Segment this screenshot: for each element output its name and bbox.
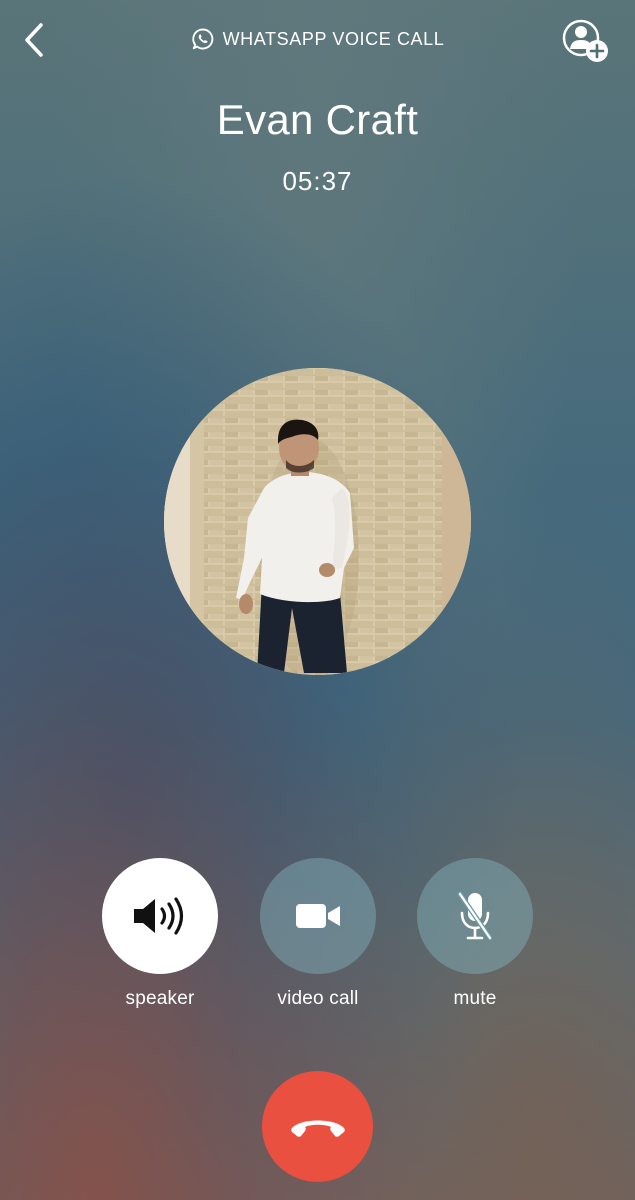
end-call-button[interactable] xyxy=(262,1071,373,1182)
speaker-icon xyxy=(134,897,184,935)
add-participant-button[interactable] xyxy=(561,16,611,66)
microphone-muted-icon xyxy=(457,891,493,941)
end-call-icon xyxy=(290,1120,345,1137)
mute-label: mute xyxy=(453,988,497,1009)
video-camera-icon xyxy=(296,904,340,928)
mute-button[interactable] xyxy=(417,858,533,974)
contact-name: Evan Craft xyxy=(216,96,419,143)
speaker-button[interactable] xyxy=(102,858,218,974)
add-participant-icon xyxy=(562,19,608,62)
video-call-label: video call xyxy=(277,988,359,1009)
call-type-header: WHATSAPP VOICE CALL xyxy=(0,27,635,51)
contact-avatar xyxy=(164,368,471,675)
whatsapp-icon xyxy=(191,28,213,50)
speaker-control: speaker xyxy=(102,858,218,1010)
call-timer: 05:37 xyxy=(282,166,353,196)
voice-call-screen: WHATSAPP VOICE CALL Evan Craft 05:37 spe… xyxy=(0,0,635,1200)
speaker-label: speaker xyxy=(125,988,195,1009)
video-call-button[interactable] xyxy=(260,858,376,974)
video-call-control: video call xyxy=(260,858,376,1010)
call-type-label: WHATSAPP VOICE CALL xyxy=(222,28,445,49)
mute-control: mute xyxy=(417,858,533,1010)
contact-photo xyxy=(164,368,471,675)
